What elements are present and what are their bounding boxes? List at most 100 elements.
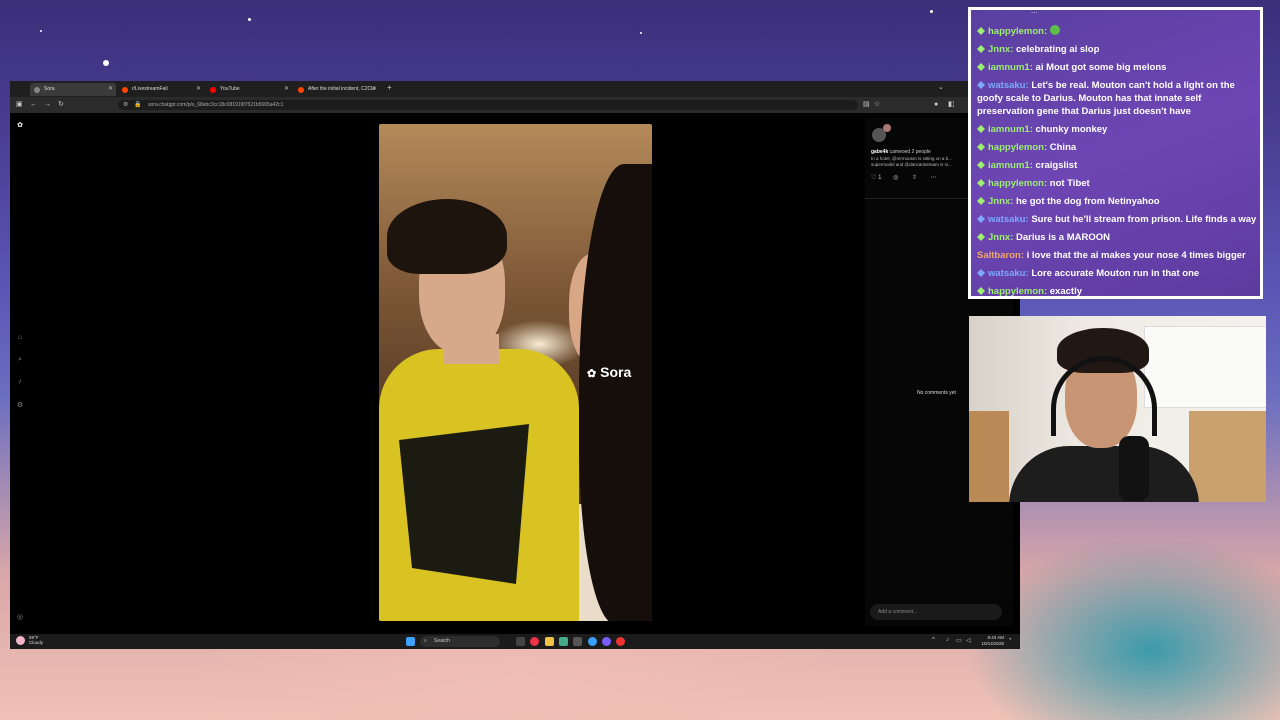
tab-reddit-post[interactable]: After the initial incident, C2Clo ✕ (294, 83, 380, 96)
tray-chevron-icon[interactable]: ^ (932, 637, 935, 643)
post-username[interactable]: gabe4k (871, 149, 888, 155)
chat-username[interactable]: happylemon (988, 142, 1044, 153)
star-decoration (248, 18, 251, 21)
chat-text: celebrating ai slop (1016, 44, 1100, 55)
url-input[interactable]: ⚙ 🔒 sora.chatgpt.com/p/s_68ebc3cc18c0819… (118, 100, 858, 110)
star-decoration (103, 60, 109, 66)
settings-icon[interactable]: ⚙ (15, 401, 25, 411)
video-player[interactable]: ✿ Sora (379, 124, 652, 621)
chat-username[interactable]: Jnnx (988, 196, 1010, 207)
weather-widget[interactable]: 59°F Cloudy (29, 635, 43, 645)
chat-text: Lore accurate Mouton run in that one (1031, 268, 1200, 279)
sword-badge-icon (977, 214, 985, 223)
chat-username[interactable]: Jnnx (988, 232, 1010, 243)
sora-logo-icon[interactable]: ✿ (15, 121, 25, 131)
chat-message: Jnnx: celebrating ai slop (977, 43, 1259, 56)
remix-icon[interactable]: ◎ (893, 175, 898, 181)
chat-username[interactable]: happylemon (988, 178, 1044, 189)
chat-username[interactable]: iamnum1 (988, 62, 1030, 73)
reader-icon[interactable]: ▤ (863, 100, 870, 110)
chat-username[interactable]: Saltbaron (977, 250, 1021, 261)
weather-icon[interactable] (16, 636, 25, 645)
close-tab-icon[interactable]: ✕ (196, 83, 201, 96)
heart-icon[interactable]: ♡ (871, 175, 876, 181)
network-icon[interactable]: ▭ (956, 637, 962, 644)
gem-badge-icon (977, 232, 985, 241)
search-icon[interactable]: ⌕ (15, 355, 25, 365)
gem-badge-icon (977, 196, 985, 205)
tab-label: YouTube (220, 86, 240, 92)
chat-message: iamnum1: ai Mout got some big melons (977, 61, 1259, 74)
chat-text: China (1049, 142, 1077, 153)
chat-username[interactable]: watsaku (988, 214, 1026, 225)
comment-input[interactable]: Add a comment... (870, 604, 1002, 620)
chat-separator: : (1043, 26, 1050, 37)
windows-taskbar: 59°F Cloudy ⌕ Search ^ ♪ ▭ ◁ 8:43 AM 10/… (10, 634, 1020, 649)
chat-message: happylemon: exactly (977, 285, 1259, 296)
sora-watermark: ✿ Sora (587, 364, 631, 380)
extensions-icon[interactable]: ◧ (948, 100, 955, 110)
close-tab-icon[interactable]: ✕ (108, 83, 113, 96)
tab-sora[interactable]: Sora ✕ (30, 83, 116, 96)
bookmark-star-icon[interactable]: ☆ (874, 100, 880, 110)
chat-text: not Tibet (1049, 178, 1090, 189)
site-info-icon[interactable]: ⚙ (123, 100, 128, 110)
forward-icon[interactable]: → (44, 100, 51, 110)
sora-page: ✿ ⌂ ⌕ ♪ ⚙ ◎ ✿ Sora gabe4k cameoed 2 peop… (10, 113, 1020, 634)
gem-badge-icon (977, 124, 985, 133)
notification-bell-icon[interactable]: ◔ (1008, 637, 1012, 643)
home-icon[interactable]: ⌂ (15, 333, 25, 343)
gem-badge-icon (977, 178, 985, 187)
close-tab-icon[interactable]: ✕ (284, 83, 289, 96)
mic-icon[interactable]: ♪ (946, 637, 949, 643)
chat-username[interactable]: watsaku (988, 80, 1026, 91)
cameo-avatar[interactable] (883, 124, 891, 132)
tab-livestreamfail[interactable]: r/LivestreamFail ✕ (118, 83, 204, 96)
taskbar-search[interactable]: ⌕ Search (420, 636, 500, 647)
profile-icon[interactable]: ◎ (15, 613, 25, 623)
chat-text: Sure but he'll stream from prison. Life … (1031, 214, 1257, 225)
chat-username[interactable]: happylemon (988, 26, 1044, 37)
back-icon[interactable]: ← (30, 100, 37, 110)
discord-icon[interactable] (602, 637, 611, 646)
app-icon[interactable] (588, 637, 597, 646)
chat-username[interactable]: iamnum1 (988, 160, 1030, 171)
hair-shape (387, 199, 507, 274)
post-caption: In a hotel, @mrmouton is sitting on a b.… (871, 156, 952, 167)
chevron-down-icon[interactable]: ⌄ (938, 83, 944, 91)
shirt-shape (1009, 446, 1199, 502)
chat-text: craigslist (1035, 160, 1078, 171)
chat-message: happylemon: (977, 25, 1259, 38)
app-icon[interactable] (616, 637, 625, 646)
chat-text: i love that the ai makes your nose 4 tim… (1026, 250, 1246, 261)
app-icon[interactable] (573, 637, 582, 646)
new-tab-icon[interactable]: + (387, 83, 392, 92)
chat-username[interactable]: watsaku (988, 268, 1026, 279)
gem-badge-icon (977, 44, 985, 53)
tab-youtube[interactable]: YouTube ✕ (206, 83, 292, 96)
dresser-shape (1144, 326, 1266, 408)
notification-icon[interactable]: ♪ (15, 377, 25, 387)
close-tab-icon[interactable]: ✕ (372, 83, 377, 96)
clock[interactable]: 8:43 AM 10/14/2025 (980, 635, 1004, 647)
youtube-favicon-icon (210, 87, 216, 93)
volume-icon[interactable]: ◁ (966, 637, 971, 644)
reload-icon[interactable]: ↻ (58, 100, 64, 110)
extension-icon[interactable]: ● (934, 100, 938, 110)
file-explorer-icon[interactable] (545, 637, 554, 646)
share-icon[interactable]: ⇧ (912, 175, 917, 181)
chat-username[interactable]: happylemon (988, 286, 1044, 296)
app-icon[interactable] (559, 637, 568, 646)
chat-username[interactable]: Jnnx (988, 44, 1010, 55)
windows-start-icon[interactable] (406, 637, 415, 646)
post-actions: ♡ 1 ◎ ⇧ ⋯ (871, 174, 937, 181)
browser-taskbar-icon[interactable] (530, 637, 539, 646)
task-view-icon[interactable] (516, 637, 525, 646)
wood-floor-shape (1189, 411, 1266, 502)
more-options-icon[interactable]: ⋯ (931, 175, 937, 181)
sora-favicon-icon (34, 87, 40, 93)
chat-username[interactable]: iamnum1 (988, 124, 1030, 135)
address-bar: ▣ ← → ↻ ⚙ 🔒 sora.chatgpt.com/p/s_68ebc3c… (10, 97, 1020, 113)
no-comments-text: No comments yet (917, 390, 956, 396)
sidebar-toggle-icon[interactable]: ▣ (16, 100, 23, 110)
